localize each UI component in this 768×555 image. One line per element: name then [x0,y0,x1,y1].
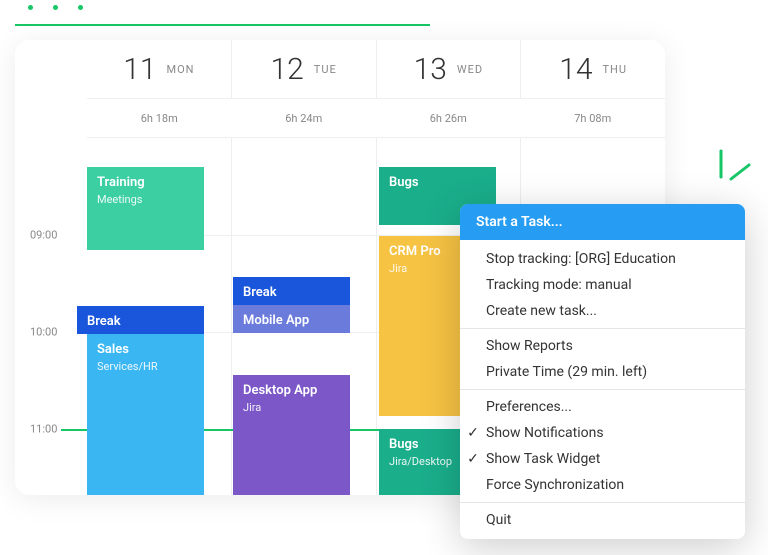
event-title: Mobile App [243,313,340,328]
duration-cell: 6h 26m [376,99,521,137]
event-title: Bugs [389,175,486,190]
event-training[interactable]: Training Meetings [87,167,204,250]
day-column-mon[interactable]: 11 MON [87,40,232,98]
menu-preferences[interactable]: Preferences... [460,394,745,420]
duration-row: 6h 18m 6h 24m 6h 26m 7h 08m [87,98,665,138]
day-number: 13 [414,52,447,87]
day-column-wed[interactable]: 13 WED [377,40,522,98]
event-title: Sales [97,342,194,357]
menu-separator [460,328,745,329]
event-mobile-app[interactable]: Mobile App [233,305,350,333]
menu-show-notifications[interactable]: ✓Show Notifications [460,420,745,446]
day-name: WED [457,63,483,76]
event-desktop-app[interactable]: Desktop App Jira [233,375,350,495]
event-sub: Jira [243,401,340,414]
day-name: TUE [314,63,337,76]
header-underline [15,24,430,26]
checkmark-icon: ✓ [466,451,480,467]
menu-quit[interactable]: Quit [460,507,745,533]
menu-create-task[interactable]: Create new task... [460,298,745,324]
event-title: Desktop App [243,383,340,398]
day-number: 14 [559,52,592,87]
dot-icon [78,5,83,10]
event-title: Break [87,314,194,329]
dot-icon [28,5,33,10]
event-sub: Services/HR [97,360,194,373]
duration-cell: 6h 18m [87,99,232,137]
day-column-thu[interactable]: 14 THU [521,40,665,98]
menu-stop-tracking[interactable]: Stop tracking: [ORG] Education [460,246,745,272]
menu-show-reports[interactable]: Show Reports [460,333,745,359]
day-number: 12 [271,52,304,87]
menu-tracking-mode[interactable]: Tracking mode: manual [460,272,745,298]
checkmark-icon: ✓ [466,425,480,441]
header-dots [28,5,83,10]
menu-separator [460,389,745,390]
context-menu: Start a Task... Stop tracking: [ORG] Edu… [460,204,745,539]
time-label-11: 11:00 [30,423,57,436]
time-label-10: 10:00 [30,326,57,339]
day-number: 11 [123,52,156,87]
day-name: THU [602,63,627,76]
duration-cell: 6h 24m [232,99,377,137]
menu-force-sync[interactable]: Force Synchronization [460,472,745,498]
menu-private-time[interactable]: Private Time (29 min. left) [460,359,745,385]
event-sales[interactable]: Sales Services/HR [87,334,204,495]
time-label-9: 09:00 [30,229,57,242]
event-sub: Meetings [97,193,194,206]
event-break[interactable]: Break [233,277,350,305]
day-column-tue[interactable]: 12 TUE [232,40,377,98]
event-title: Break [243,285,340,300]
duration-cell: 7h 08m [521,99,666,137]
event-title: Training [97,175,194,190]
menu-separator [460,502,745,503]
decoration-lines-icon [715,145,755,185]
menu-show-widget[interactable]: ✓Show Task Widget [460,446,745,472]
day-header-row: 11 MON 12 TUE 13 WED 14 THU [87,40,665,98]
dot-icon [53,5,58,10]
event-break[interactable]: Break [77,306,204,334]
day-name: MON [167,63,195,76]
menu-start-task[interactable]: Start a Task... [460,204,745,240]
